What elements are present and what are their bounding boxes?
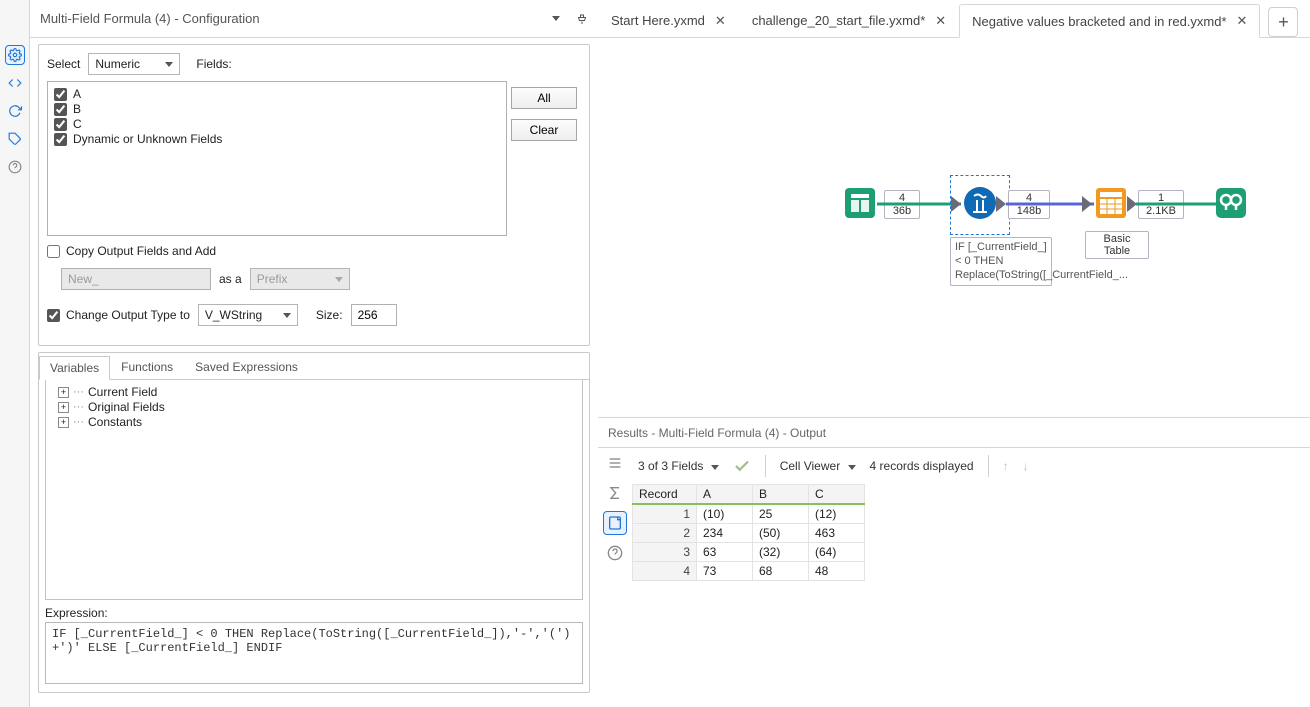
chevron-down-icon[interactable] (546, 9, 566, 29)
fields-summary[interactable]: 3 of 3 Fields (638, 459, 719, 473)
col-b[interactable]: B (753, 485, 809, 505)
prefix-dropdown: Prefix (250, 268, 350, 290)
basic-table-tool-icon[interactable] (1094, 186, 1128, 220)
pin-icon[interactable] (572, 9, 592, 29)
doc-tab-negative-values[interactable]: Negative values bracketed and in red.yxm… (959, 4, 1260, 38)
close-icon[interactable]: ✕ (715, 13, 726, 29)
copy-output-checkbox[interactable]: Copy Output Fields and Add (47, 244, 581, 258)
col-record[interactable]: Record (633, 485, 697, 505)
code-icon[interactable] (6, 74, 24, 92)
refresh-icon[interactable] (6, 102, 24, 120)
arrow-down-icon: ↓ (1023, 459, 1029, 473)
size-input[interactable] (351, 304, 397, 326)
cell-viewer-dropdown[interactable]: Cell Viewer (780, 459, 856, 473)
clear-button[interactable]: Clear (511, 119, 577, 141)
doc-tab-challenge[interactable]: challenge_20_start_file.yxmd* ✕ (739, 3, 959, 37)
fields-list[interactable]: A B C Dynamic or Unknown Fields (47, 81, 507, 236)
records-summary: 4 records displayed (870, 459, 974, 473)
col-a[interactable]: A (697, 485, 753, 505)
results-help-icon[interactable] (604, 542, 626, 564)
field-checkbox-dynamic[interactable]: Dynamic or Unknown Fields (54, 132, 500, 146)
table-annotation: Basic Table (1085, 231, 1149, 259)
tree-constants[interactable]: +···Constants (58, 415, 576, 429)
expression-editor[interactable]: IF [_CurrentField_] < 0 THEN Replace(ToS… (45, 622, 583, 684)
select-dropdown[interactable]: Numeric (88, 53, 180, 75)
results-sigma-icon[interactable] (604, 482, 626, 504)
tab-functions[interactable]: Functions (110, 355, 184, 379)
browse-tool-icon[interactable] (1214, 186, 1248, 220)
tab-variables[interactable]: Variables (39, 356, 110, 380)
as-a-label: as a (219, 272, 242, 286)
results-messages-icon[interactable] (604, 452, 626, 474)
variable-tree[interactable]: +···Current Field +···Original Fields +·… (45, 380, 583, 600)
new-prefix-input (61, 268, 211, 290)
size-label: Size: (316, 308, 343, 322)
results-header: Results - Multi-Field Formula (4) - Outp… (598, 418, 1310, 448)
workflow-canvas[interactable]: 4 36b 4 148b IF [_CurrentField_] < 0 THE… (598, 38, 1310, 418)
config-title: Multi-Field Formula (4) - Configuration (40, 11, 260, 26)
gear-icon[interactable] (6, 46, 24, 64)
close-icon[interactable]: ✕ (1237, 13, 1248, 29)
tree-original-fields[interactable]: +···Original Fields (58, 400, 576, 414)
fields-label: Fields: (196, 57, 231, 71)
table-row: 1(10)25(12) (633, 504, 865, 524)
table-row: 4736848 (633, 562, 865, 581)
multi-field-formula-tool-icon[interactable] (963, 186, 997, 220)
results-table[interactable]: Record A B C 1(10)25(12) 2234(50)463 363… (632, 484, 865, 581)
help-icon[interactable] (6, 158, 24, 176)
expression-label: Expression: (39, 606, 589, 620)
tree-current-field[interactable]: +···Current Field (58, 385, 576, 399)
formula-annotation: IF [_CurrentField_] < 0 THEN Replace(ToS… (950, 237, 1052, 286)
new-tab-button[interactable]: + (1268, 7, 1298, 37)
field-checkbox-c[interactable]: C (54, 117, 500, 131)
all-button[interactable]: All (511, 87, 577, 109)
arrow-up-icon: ↑ (1003, 459, 1009, 473)
doc-tab-start-here[interactable]: Start Here.yxmd ✕ (598, 3, 739, 37)
table-row: 2234(50)463 (633, 524, 865, 543)
input-tool-icon[interactable] (843, 186, 877, 220)
select-label: Select (47, 57, 80, 71)
col-c[interactable]: C (809, 485, 865, 505)
config-header: Multi-Field Formula (4) - Configuration (30, 0, 598, 38)
results-data-icon[interactable] (604, 512, 626, 534)
tag-icon[interactable] (6, 130, 24, 148)
checkmark-icon (733, 457, 751, 475)
change-type-checkbox[interactable]: Change Output Type to (47, 308, 190, 322)
field-checkbox-a[interactable]: A (54, 87, 500, 101)
field-checkbox-b[interactable]: B (54, 102, 500, 116)
table-row: 363(32)(64) (633, 543, 865, 562)
type-dropdown[interactable]: V_WString (198, 304, 298, 326)
close-icon[interactable]: ✕ (935, 13, 946, 29)
tab-saved-expressions[interactable]: Saved Expressions (184, 355, 309, 379)
